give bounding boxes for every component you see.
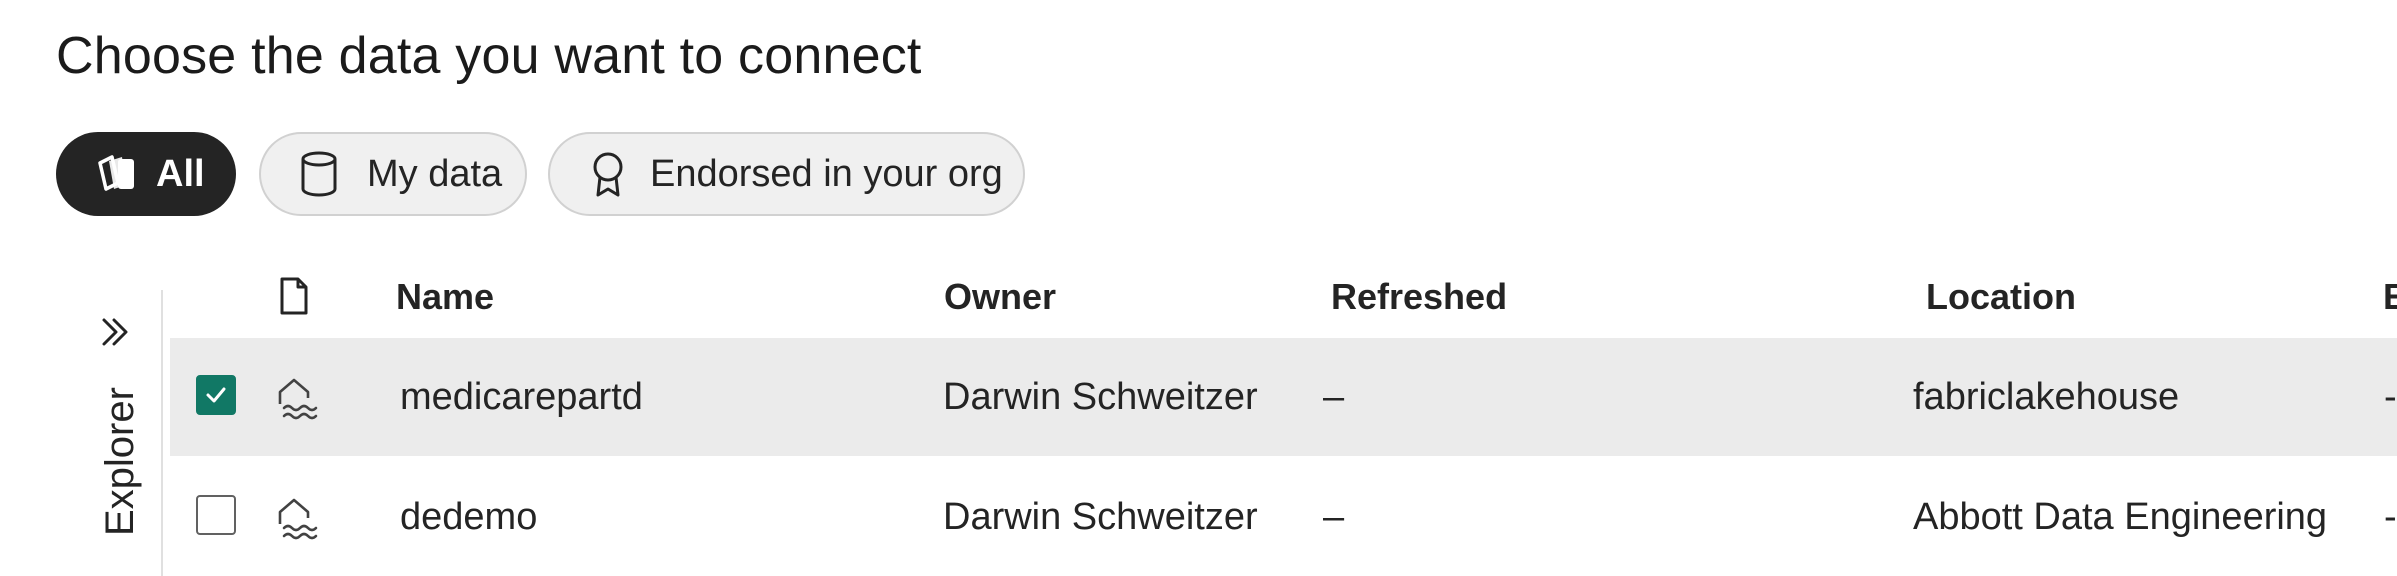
filter-all-label: All xyxy=(156,152,205,195)
row-name[interactable]: medicarepartd xyxy=(400,338,643,456)
filter-my-data-label: My data xyxy=(367,152,503,195)
row-refreshed: – xyxy=(1323,375,1345,418)
table-row[interactable]: dedemo Darwin Schweitzer – Abbott Data E… xyxy=(170,458,2397,576)
checkmark-icon xyxy=(206,387,226,403)
filter-all-button[interactable]: All xyxy=(56,132,236,216)
file-icon xyxy=(278,276,310,316)
row-owner: Darwin Schweitzer xyxy=(943,375,1258,418)
explorer-divider xyxy=(161,290,163,576)
page-title: Choose the data you want to connect xyxy=(56,27,922,85)
column-header-name[interactable]: Name xyxy=(396,276,494,318)
column-header-owner[interactable]: Owner xyxy=(944,276,1056,318)
row-refreshed: – xyxy=(1323,495,1345,538)
all-items-icon xyxy=(92,149,142,199)
row-owner: Darwin Schweitzer xyxy=(943,495,1258,538)
row-location: Abbott Data Engineering xyxy=(1913,495,2328,538)
explorer-label[interactable]: Explorer xyxy=(98,387,143,536)
table-row[interactable]: medicarepartd Darwin Schweitzer – fabric… xyxy=(170,338,2397,456)
filter-endorsed-label: Endorsed in your org xyxy=(650,152,1003,195)
row-location: fabriclakehouse xyxy=(1913,375,2180,418)
explorer-panel: Explorer xyxy=(60,296,160,576)
row-checkbox[interactable] xyxy=(196,375,236,415)
column-header-truncated[interactable]: E xyxy=(2383,276,2397,318)
column-header-location[interactable]: Location xyxy=(1926,276,2076,318)
filter-my-data-button[interactable]: My data xyxy=(259,132,527,216)
row-checkbox[interactable] xyxy=(196,495,236,535)
chevron-double-right-icon[interactable] xyxy=(96,312,136,352)
lakehouse-icon xyxy=(274,374,324,424)
filter-endorsed-button[interactable]: Endorsed in your org xyxy=(548,132,1025,216)
lakehouse-icon xyxy=(274,494,324,544)
ribbon-award-icon xyxy=(586,149,630,199)
row-name[interactable]: dedemo xyxy=(400,458,537,576)
row-truncated-cell: - xyxy=(2384,495,2397,538)
database-icon xyxy=(297,149,341,199)
column-header-refreshed[interactable]: Refreshed xyxy=(1331,276,1507,318)
row-truncated-cell: - xyxy=(2384,375,2397,418)
